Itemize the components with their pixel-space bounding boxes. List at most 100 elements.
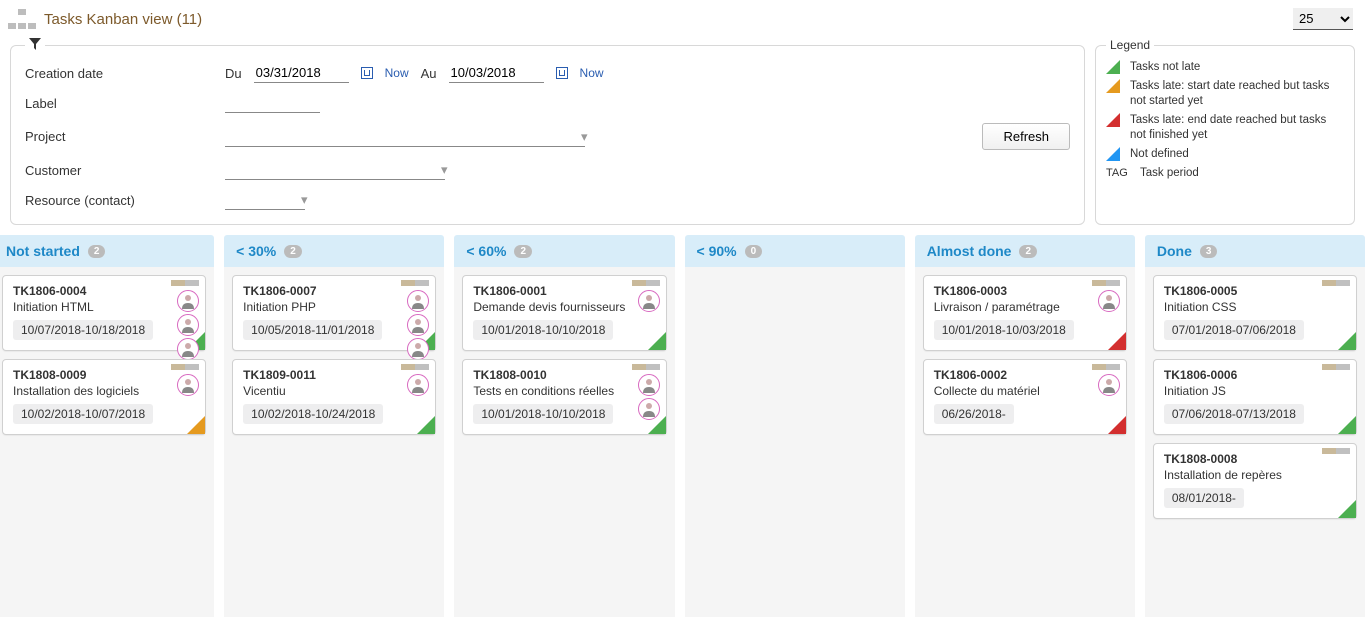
column-body[interactable]: TK1806-0007Initiation PHP10/05/2018-11/0… — [224, 267, 444, 617]
project-input[interactable] — [225, 127, 585, 147]
card-label: Livraison / paramétrage — [934, 300, 1116, 314]
card-code: TK1806-0006 — [1164, 368, 1346, 382]
column-body[interactable]: TK1806-0004Initiation HTML10/07/2018-10/… — [0, 267, 214, 617]
card-dates: 08/01/2018- — [1164, 488, 1244, 508]
legend-item-text: Tasks late: end date reached but tasks n… — [1130, 113, 1344, 143]
card-dates: 10/01/2018-10/03/2018 — [934, 320, 1074, 340]
column-body[interactable]: TK1806-0005Initiation CSS07/01/2018-07/0… — [1145, 267, 1365, 617]
card-avatars — [638, 290, 660, 312]
kanban-card[interactable]: TK1806-0003 Livraison / paramétrage 10/01/… — [923, 275, 1127, 351]
from-prefix: Du — [225, 66, 242, 81]
kanban-card[interactable]: TK1809-0011Vicentiu10/02/2018-10/24/2018 — [232, 359, 436, 435]
avatar[interactable] — [177, 314, 199, 336]
column-count: 2 — [88, 245, 106, 258]
avatar[interactable] — [177, 290, 199, 312]
card-label: Tests en conditions réelles — [473, 384, 655, 398]
card-topbar — [632, 364, 660, 370]
kanban-card[interactable]: TK1806-0001Demande devis fournisseurs10/… — [462, 275, 666, 351]
to-prefix: Au — [421, 66, 437, 81]
card-topbar — [171, 364, 199, 370]
card-avatars — [638, 374, 660, 420]
column-count: 2 — [514, 245, 532, 258]
filter-creation-date-label: Creation date — [25, 66, 225, 81]
card-code: TK1809-0011 — [243, 368, 425, 382]
legend-panel: Legend Tasks not lateTasks late: start d… — [1095, 38, 1355, 225]
column-title: Done — [1157, 243, 1192, 259]
kanban-card[interactable]: TK1808-0009Installation des logiciels10/… — [2, 359, 206, 435]
filters-panel: Creation date Du Now Au Now Label Projec… — [10, 38, 1085, 225]
triangle-green-icon — [1106, 60, 1120, 74]
column-header: < 60%2 — [454, 235, 674, 267]
legend-tag-text: Task period — [1140, 166, 1199, 181]
avatar[interactable] — [638, 398, 660, 420]
card-code: TK1806-0002 — [934, 368, 1116, 382]
page-size-select[interactable]: 25 — [1293, 8, 1353, 30]
now-link-to[interactable]: Now — [580, 66, 604, 80]
card-status-corner — [417, 416, 435, 434]
avatar[interactable] — [407, 374, 429, 396]
avatar[interactable] — [177, 374, 199, 396]
card-avatars — [1098, 290, 1120, 312]
card-status-corner — [1338, 416, 1356, 434]
avatar[interactable] — [638, 290, 660, 312]
card-label: Initiation PHP — [243, 300, 425, 314]
card-topbar — [171, 280, 199, 286]
kanban-card[interactable]: TK1808-0008Installation de repères08/01/… — [1153, 443, 1357, 519]
avatar[interactable] — [1098, 374, 1120, 396]
kanban-card[interactable]: TK1806-0007Initiation PHP10/05/2018-11/0… — [232, 275, 436, 351]
calendar-icon[interactable] — [556, 67, 568, 79]
column-count: 2 — [284, 245, 302, 258]
customer-input[interactable] — [225, 160, 445, 180]
triangle-orange-icon — [1106, 79, 1120, 93]
column-count: 0 — [745, 245, 763, 258]
avatar[interactable] — [407, 290, 429, 312]
kanban-card[interactable]: TK1806-0004Initiation HTML10/07/2018-10/… — [2, 275, 206, 351]
kanban-card[interactable]: TK1808-0010Tests en conditions réelles10… — [462, 359, 666, 435]
filter-icon — [29, 38, 41, 50]
now-link-from[interactable]: Now — [385, 66, 409, 80]
calendar-icon[interactable] — [361, 67, 373, 79]
card-dates: 10/01/2018-10/10/2018 — [473, 404, 613, 424]
column-body[interactable] — [685, 267, 905, 617]
avatar[interactable] — [1098, 290, 1120, 312]
card-status-corner — [1108, 416, 1126, 434]
column-title: < 30% — [236, 243, 276, 259]
column-header: Almost done 2 — [915, 235, 1135, 267]
card-status-corner — [648, 332, 666, 350]
legend-item-text: Tasks late: start date reached but tasks… — [1130, 79, 1344, 109]
kanban-card[interactable]: TK1806-0005Initiation CSS07/01/2018-07/0… — [1153, 275, 1357, 351]
card-dates: 10/02/2018-10/07/2018 — [13, 404, 153, 424]
card-code: TK1808-0008 — [1164, 452, 1346, 466]
kanban-card[interactable]: TK1806-0002Collecte du matériel06/26/201… — [923, 359, 1127, 435]
filter-project-label: Project — [25, 129, 225, 144]
card-topbar — [401, 280, 429, 286]
card-dates: 10/05/2018-11/01/2018 — [243, 320, 382, 340]
column-body[interactable]: TK1806-0001Demande devis fournisseurs10/… — [454, 267, 674, 617]
avatar[interactable] — [177, 338, 199, 360]
card-avatars — [177, 374, 199, 396]
card-label: Initiation CSS — [1164, 300, 1346, 314]
column-count: 2 — [1019, 245, 1037, 258]
card-dates: 07/06/2018-07/13/2018 — [1164, 404, 1304, 424]
card-code: TK1806-0005 — [1164, 284, 1346, 298]
card-code: TK1806-0003 — [934, 284, 1116, 298]
date-to-input[interactable] — [449, 63, 544, 83]
avatar[interactable] — [407, 338, 429, 360]
card-status-corner — [187, 416, 205, 434]
legend-title: Legend — [1106, 38, 1154, 52]
column-body[interactable]: TK1806-0003 Livraison / paramétrage 10/01/… — [915, 267, 1135, 617]
label-input[interactable] — [225, 93, 320, 113]
kanban-card[interactable]: TK1806-0006Initiation JS07/06/2018-07/13… — [1153, 359, 1357, 435]
filter-label-label: Label — [25, 96, 225, 111]
refresh-button[interactable]: Refresh — [982, 123, 1070, 150]
card-dates: 10/07/2018-10/18/2018 — [13, 320, 153, 340]
card-topbar — [1322, 448, 1350, 454]
avatar[interactable] — [407, 314, 429, 336]
card-dates: 06/26/2018- — [934, 404, 1014, 424]
card-status-corner — [1108, 332, 1126, 350]
resource-input[interactable] — [225, 190, 305, 210]
date-from-input[interactable] — [254, 63, 349, 83]
avatar[interactable] — [638, 374, 660, 396]
column-title: Almost done — [927, 243, 1012, 259]
legend-item-text: Not defined — [1130, 147, 1189, 162]
